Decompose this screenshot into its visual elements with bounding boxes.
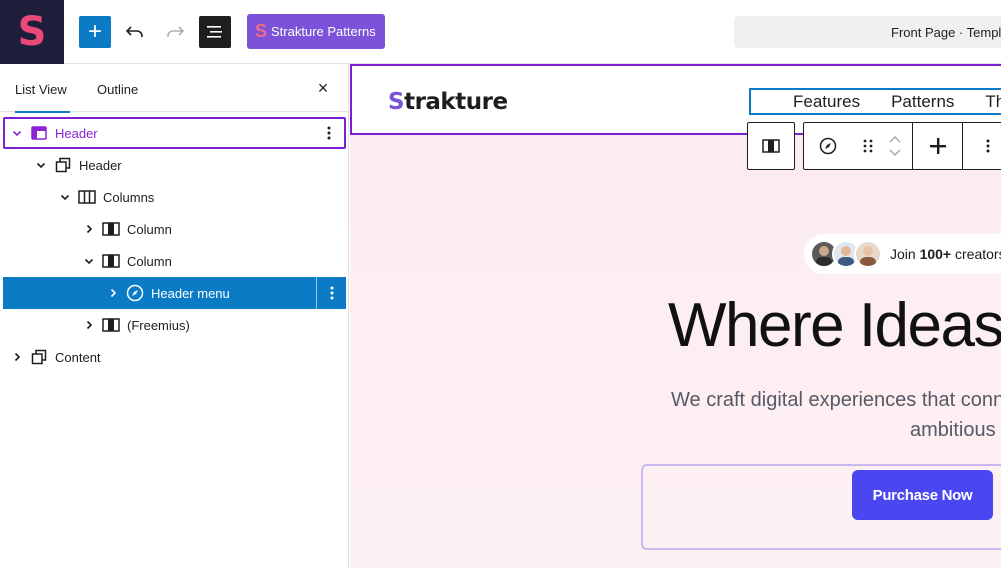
site-logo-button[interactable]: S [0, 0, 64, 64]
list-view-icon [207, 26, 222, 38]
move-up-down-icon[interactable] [888, 132, 902, 160]
nav-item-truncated[interactable]: Th [985, 92, 1001, 112]
tab-list-view[interactable]: List View [15, 64, 70, 113]
strakture-logo-icon: S [255, 21, 268, 41]
tree-item-content[interactable]: Content [3, 341, 346, 373]
tree-item-label: Columns [103, 189, 155, 205]
strakture-patterns-button[interactable]: S Strakture Patterns [247, 14, 385, 49]
block-type-button[interactable] [804, 123, 852, 169]
tree-item-label: Column [127, 221, 172, 237]
select-parent-button[interactable] [747, 122, 795, 170]
add-block-button[interactable]: + [79, 16, 111, 48]
tree-item-freemius[interactable]: (Freemius) [3, 309, 346, 341]
document-title-bar[interactable]: Front Page · Template [734, 16, 1001, 48]
plus-icon [929, 138, 946, 154]
tree-item-label: Content [55, 349, 101, 365]
chevron-down-icon[interactable] [9, 125, 25, 141]
nav-item-features[interactable]: Features [793, 92, 860, 112]
site-logo-letter: S [17, 9, 47, 55]
columns-icon [77, 187, 97, 207]
column-icon [762, 139, 780, 153]
editor-canvas[interactable]: Strakture Features Patterns Th Join 100+… [350, 64, 1001, 568]
chevron-right-icon[interactable] [81, 317, 97, 333]
tree-item-header-group[interactable]: Header [3, 149, 346, 181]
tree-item-label: Header menu [151, 285, 230, 301]
chevron-right-icon[interactable] [105, 285, 121, 301]
hero-subtitle-line-1[interactable]: We craft digital experiences that conne [671, 389, 1001, 412]
redo-icon [167, 26, 185, 37]
template-part-icon [29, 123, 49, 143]
drag-move-group [852, 123, 912, 169]
creators-badge: Join 100+ creators [804, 234, 1001, 274]
editor-top-toolbar: S + S Strakture Patterns Front Page · Te… [0, 0, 1001, 64]
navigation-icon [819, 137, 837, 155]
avatar [854, 240, 882, 268]
close-icon[interactable]: × [315, 79, 331, 97]
block-options-button[interactable] [962, 123, 1001, 169]
chevron-down-icon[interactable] [57, 189, 73, 205]
redo-button[interactable] [159, 16, 191, 48]
tab-outline[interactable]: Outline [97, 64, 138, 112]
column-icon [101, 219, 121, 239]
navigation-icon [125, 283, 145, 303]
block-toolbar [803, 122, 1001, 170]
header-navigation[interactable]: Features Patterns Th [749, 88, 1001, 115]
chevron-down-icon[interactable] [81, 253, 97, 269]
site-brand-logo[interactable]: Strakture [388, 89, 508, 115]
chevron-right-icon[interactable] [9, 349, 25, 365]
tree-item-label: (Freemius) [127, 317, 190, 333]
tree-item-label: Column [127, 253, 172, 269]
column-icon [101, 251, 121, 271]
group-icon [29, 347, 49, 367]
undo-icon [125, 26, 143, 37]
nav-item-patterns[interactable]: Patterns [891, 92, 954, 112]
add-item-button[interactable] [912, 123, 962, 169]
tree-item-columns[interactable]: Columns [3, 181, 346, 213]
more-options-icon[interactable] [316, 277, 346, 309]
document-title: Front Page · Template [891, 25, 1001, 40]
strakture-patterns-label: Strakture Patterns [271, 24, 376, 39]
tree-item-column[interactable]: Column [3, 245, 346, 277]
tree-item-label: Header [79, 157, 122, 173]
purchase-now-button[interactable]: Purchase Now [852, 470, 993, 520]
tree-item-column[interactable]: Column [3, 213, 346, 245]
tree-item-header-menu[interactable]: Header menu [3, 277, 346, 309]
more-options-icon[interactable] [314, 119, 344, 147]
document-overview-button[interactable] [199, 16, 231, 48]
more-options-icon [986, 139, 989, 153]
panel-tabs: List View Outline × [0, 64, 348, 113]
drag-handle-icon[interactable] [862, 138, 874, 154]
chevron-right-icon[interactable] [81, 221, 97, 237]
creators-text: Join 100+ creators [890, 246, 1001, 262]
list-view-panel: List View Outline × Header Header Column… [0, 64, 349, 568]
chevron-down-icon[interactable] [33, 157, 49, 173]
column-icon [101, 315, 121, 335]
undo-button[interactable] [119, 16, 151, 48]
tree-item-label: Header [55, 125, 98, 141]
tree-item-header[interactable]: Header [3, 117, 346, 149]
hero-subtitle-line-2[interactable]: ambitious b [910, 419, 1001, 442]
plus-icon: + [87, 18, 102, 45]
group-icon [53, 155, 73, 175]
hero-heading[interactable]: Where Ideas [668, 290, 1001, 361]
